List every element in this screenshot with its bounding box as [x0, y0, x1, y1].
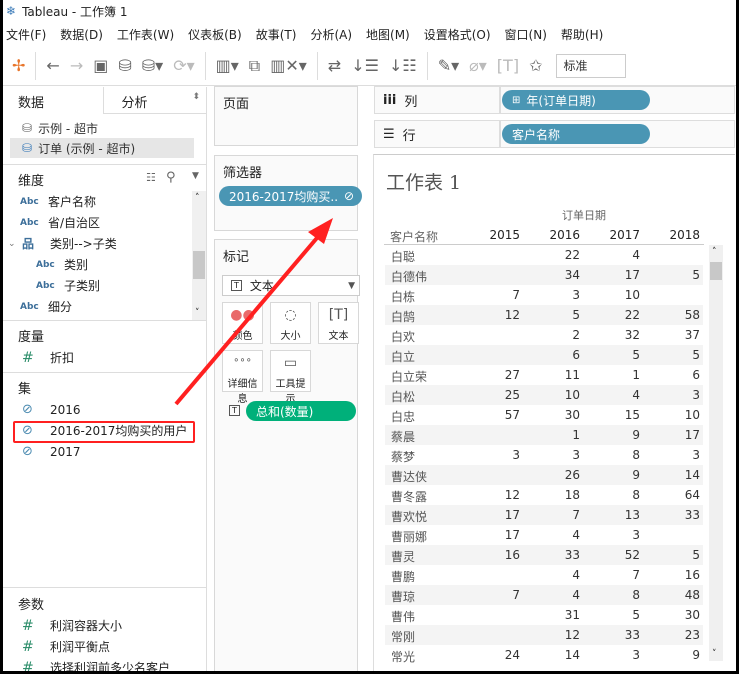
- annotation-arrow: [174, 218, 333, 406]
